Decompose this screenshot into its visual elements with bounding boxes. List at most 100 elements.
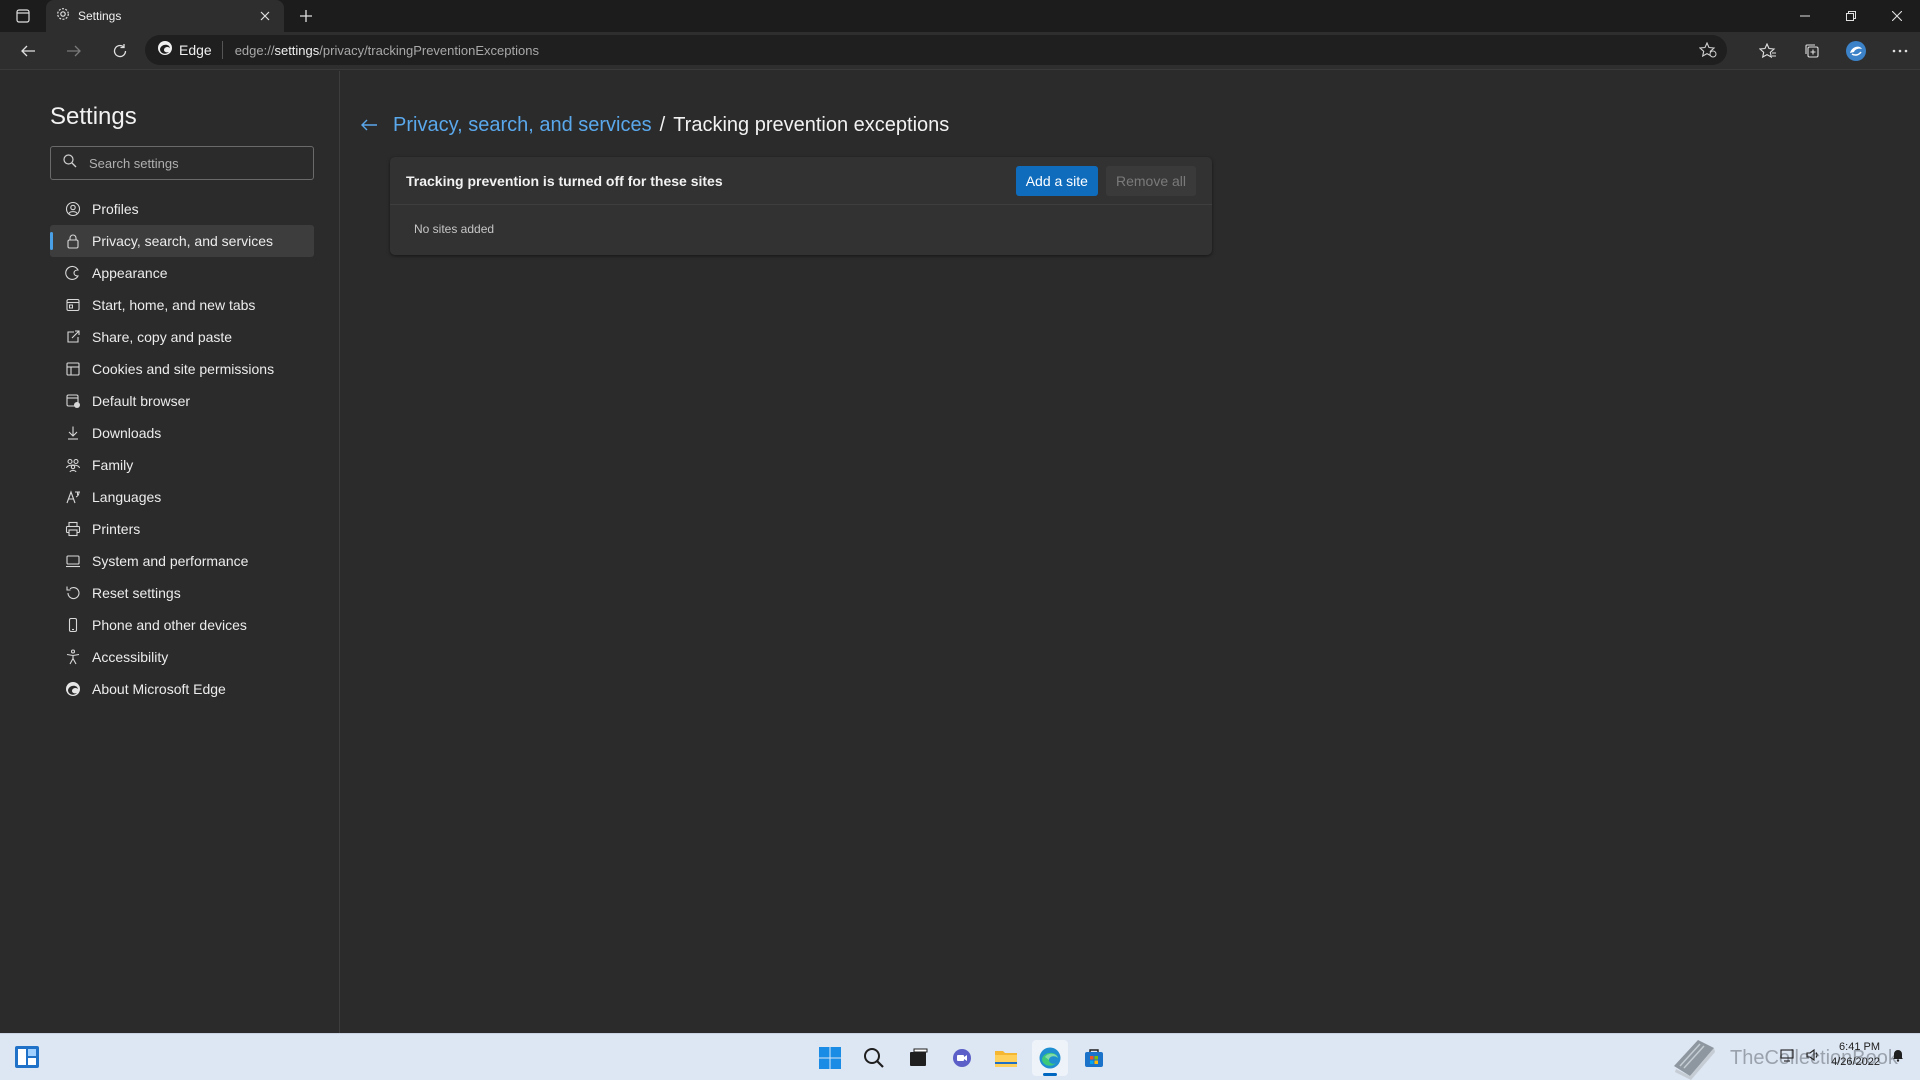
languages-icon [64, 488, 82, 506]
edge-logo-icon [64, 680, 82, 698]
close-icon [260, 11, 270, 21]
tab-actions-button[interactable] [0, 0, 46, 32]
address-bar[interactable]: Edge edge://settings/privacy/trackingPre… [145, 35, 1727, 65]
clock[interactable]: 6:41 PM 4/26/2022 [1831, 1040, 1880, 1070]
sidebar-item-cookies[interactable]: Cookies and site permissions [50, 353, 314, 385]
search-taskbar-button[interactable] [856, 1040, 892, 1076]
accessibility-icon [64, 648, 82, 666]
notification-icon[interactable] [1890, 1047, 1906, 1063]
start-button[interactable] [812, 1040, 848, 1076]
search-settings-box[interactable] [50, 146, 314, 180]
new-tab-button[interactable] [288, 0, 324, 32]
lock-icon [64, 232, 82, 250]
sidebar-item-downloads[interactable]: Downloads [50, 417, 314, 449]
sidebar-item-phone[interactable]: Phone and other devices [50, 609, 314, 641]
url-text[interactable]: edge://settings/privacy/trackingPreventi… [235, 43, 539, 58]
settings-sidebar: Settings Profiles Privacy, search, and s… [0, 71, 340, 1033]
sidebar-item-privacy[interactable]: Privacy, search, and services [50, 225, 314, 257]
remove-all-button[interactable]: Remove all [1105, 165, 1196, 196]
star-add-icon [1699, 42, 1717, 58]
chat-icon [953, 1049, 971, 1067]
search-icon [864, 1048, 884, 1068]
family-icon [64, 456, 82, 474]
sidebar-item-family[interactable]: Family [50, 449, 314, 481]
sidebar-item-share[interactable]: Share, copy and paste [50, 321, 314, 353]
close-tab-button[interactable] [256, 7, 274, 25]
taskbar: TheCollectionBook 6:41 PM 4/26/2022 [0, 1033, 1920, 1080]
site-chip-label: Edge [179, 42, 212, 58]
home-tabs-icon [64, 296, 82, 314]
sidebar-item-about[interactable]: About Microsoft Edge [50, 673, 314, 705]
page-title: Tracking prevention exceptions [673, 113, 950, 136]
share-icon [64, 328, 82, 346]
sidebar-item-appearance[interactable]: Appearance [50, 257, 314, 289]
restore-icon [1846, 11, 1856, 21]
sidebar-title: Settings [50, 103, 137, 130]
back-arrow-icon [21, 45, 35, 56]
sidebar-item-printers[interactable]: Printers [50, 513, 314, 545]
reset-icon [64, 584, 82, 602]
browser-toolbar: Edge edge://settings/privacy/trackingPre… [0, 32, 1920, 70]
sidebar-item-accessibility[interactable]: Accessibility [50, 641, 314, 673]
file-explorer-button[interactable] [988, 1040, 1024, 1076]
edge-taskbar-button[interactable] [1032, 1040, 1068, 1076]
store-button[interactable] [1076, 1040, 1112, 1076]
tab-actions-icon [16, 9, 30, 23]
add-site-button[interactable]: Add a site [1015, 165, 1098, 196]
volume-icon[interactable] [1805, 1047, 1821, 1063]
tab-settings[interactable]: Settings [46, 0, 284, 32]
sidebar-item-label: Start, home, and new tabs [92, 297, 256, 313]
clock-time: 6:41 PM [1839, 1041, 1880, 1053]
profile-button[interactable] [1836, 35, 1876, 67]
sidebar-item-label: Privacy, search, and services [92, 233, 274, 249]
settings-content: Privacy, search, and services / Tracking… [341, 71, 1920, 1033]
appearance-icon [64, 264, 82, 282]
sidebar-item-default-browser[interactable]: Default browser [50, 385, 314, 417]
phone-icon [64, 616, 82, 634]
breadcrumb-separator: / [659, 113, 666, 136]
sidebar-item-system[interactable]: System and performance [50, 545, 314, 577]
add-favorite-button[interactable] [1697, 40, 1719, 60]
windows-logo-icon [819, 1047, 841, 1069]
system-icon [64, 552, 82, 570]
breadcrumb-back-button[interactable] [355, 113, 383, 137]
minimize-icon [1800, 15, 1810, 17]
sidebar-item-reset[interactable]: Reset settings [50, 577, 314, 609]
sidebar-item-label: Phone and other devices [92, 617, 247, 633]
collections-button[interactable] [1792, 35, 1832, 67]
card-header: Tracking prevention is turned off for th… [390, 157, 1212, 205]
favorites-button[interactable] [1748, 35, 1788, 67]
sidebar-item-label: System and performance [92, 553, 249, 569]
search-input[interactable] [89, 155, 289, 171]
forward-arrow-icon [67, 45, 81, 56]
empty-state-text: No sites added [414, 222, 495, 236]
forward-button[interactable] [54, 35, 94, 67]
sidebar-item-label: Accessibility [92, 649, 169, 665]
system-tray: 6:41 PM 4/26/2022 [1779, 1040, 1906, 1070]
tab-title: Settings [78, 9, 122, 23]
close-window-button[interactable] [1874, 0, 1920, 32]
sidebar-item-label: Printers [92, 521, 141, 537]
task-view-button[interactable] [900, 1040, 936, 1076]
minimize-button[interactable] [1782, 0, 1828, 32]
sidebar-item-label: Default browser [92, 393, 191, 409]
clock-date: 4/26/2022 [1831, 1056, 1880, 1068]
widgets-button[interactable] [14, 1045, 40, 1069]
teams-chat-button[interactable] [944, 1040, 980, 1076]
more-options-button[interactable] [1880, 35, 1920, 67]
sidebar-item-start-home[interactable]: Start, home, and new tabs [50, 289, 314, 321]
back-button[interactable] [8, 35, 48, 67]
refresh-button[interactable] [100, 35, 140, 67]
network-icon[interactable] [1779, 1047, 1795, 1063]
collections-icon [1805, 44, 1819, 58]
sidebar-item-label: Share, copy and paste [92, 329, 233, 345]
close-icon [1892, 11, 1902, 21]
ellipsis-icon [1892, 49, 1908, 53]
restore-button[interactable] [1828, 0, 1874, 32]
site-identity-chip[interactable]: Edge [157, 40, 223, 61]
edge-logo-icon [157, 40, 173, 61]
sidebar-item-profiles[interactable]: Profiles [50, 193, 314, 225]
breadcrumb-parent-link[interactable]: Privacy, search, and services [393, 114, 652, 137]
sidebar-item-label: Family [92, 457, 134, 473]
sidebar-item-languages[interactable]: Languages [50, 481, 314, 513]
